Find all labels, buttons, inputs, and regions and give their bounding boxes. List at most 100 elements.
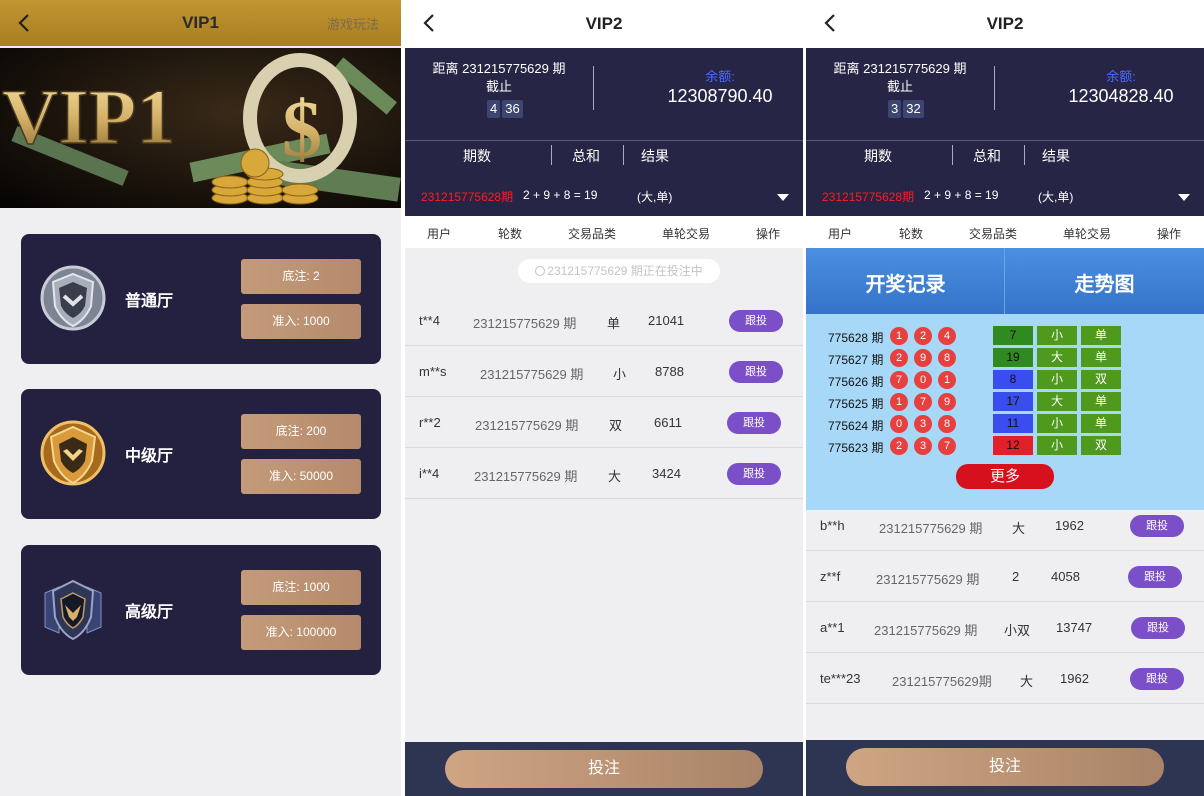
result-ball: 1 [890, 393, 908, 411]
col-header-period: 期数 [463, 148, 491, 164]
expand-triangle-icon[interactable] [1178, 194, 1190, 201]
row-type: 双 [609, 418, 623, 433]
th-amount: 单轮交易 [662, 227, 711, 241]
divider [593, 66, 594, 110]
bet-button[interactable]: 投注 [846, 748, 1164, 786]
row-amount: 13747 [1056, 620, 1093, 635]
more-button[interactable]: 更多 [956, 464, 1054, 489]
follow-bet-button[interactable]: 跟投 [729, 361, 783, 383]
result-ball: 3 [914, 415, 932, 433]
history-sum: 8 [993, 370, 1033, 389]
result-ball: 3 [914, 437, 932, 455]
hall-card-basic[interactable]: 普通厅 底注: 2 准入: 1000 [21, 234, 381, 364]
col-header-sum: 总和 [973, 148, 1001, 164]
result-ball: 1 [890, 327, 908, 345]
history-parity: 双 [1081, 370, 1121, 389]
countdown-minutes: 3 [888, 100, 902, 118]
last-period: 231215775628期 [421, 190, 514, 204]
table-header: 用户 轮数 交易品类 单轮交易 操作 [806, 216, 1204, 248]
row-amount: 6611 [654, 415, 682, 430]
game-rules-link[interactable]: 游戏玩法 [327, 14, 379, 33]
result-ball: 0 [914, 371, 932, 389]
th-type: 交易品类 [969, 227, 1018, 241]
tab-draw-history[interactable]: 开奖记录 [806, 268, 1005, 297]
follow-bet-button[interactable]: 跟投 [1128, 566, 1182, 588]
follow-bet-button[interactable]: 跟投 [1131, 617, 1185, 639]
row-amount: 21041 [648, 313, 685, 328]
history-period: 775627 期 [828, 353, 884, 367]
result-ball: 7 [890, 371, 908, 389]
row-user: m**s [419, 364, 447, 379]
result-ball: 2 [890, 437, 908, 455]
history-sum: 19 [993, 348, 1033, 367]
col-header-sum: 总和 [572, 148, 600, 164]
deadline-label: 截止 [886, 79, 913, 94]
follow-bet-button[interactable]: 跟投 [727, 412, 781, 434]
th-user: 用户 [427, 227, 452, 241]
banner-art: $ VIP1 [0, 48, 401, 208]
vip-banner-image: $ VIP1 [0, 48, 401, 208]
history-sum: 7 [993, 326, 1033, 345]
col-header-period: 期数 [864, 148, 892, 164]
history-parity: 单 [1081, 326, 1121, 345]
last-result: (大,单) [1038, 190, 1074, 204]
gold-shield-icon [39, 417, 107, 489]
dark-shield-icon [39, 573, 107, 645]
follow-bet-button[interactable]: 跟投 [1130, 668, 1184, 690]
divider [405, 140, 803, 141]
divider [1024, 145, 1025, 165]
expand-triangle-icon[interactable] [777, 194, 789, 201]
bottom-bar: 投注 [806, 740, 1204, 796]
vip2-screen-history: VIP2 距离 231215775629 期 截止 3 32 余额: 12304… [806, 0, 1204, 796]
th-action: 操作 [1157, 227, 1182, 241]
hall-name: 高级厅 [125, 604, 174, 621]
history-row: 775625 期 1 7 9 17 大 单 [806, 392, 1204, 412]
history-size: 大 [1037, 392, 1077, 411]
result-ball: 0 [890, 415, 908, 433]
row-amount: 8788 [655, 364, 684, 379]
page-title: VIP2 [585, 14, 623, 33]
period-countdown-label: 距离 231215775629 期 [833, 61, 967, 76]
history-tabs: 开奖记录 走势图 [806, 248, 1204, 314]
balance-label: 余额: [705, 69, 735, 84]
row-type: 单 [607, 316, 621, 331]
table-row: i**4 231215775629 期 大 3424 跟投 [405, 448, 803, 499]
min-bet-pill: 底注: 200 [241, 414, 361, 449]
period-info: 距离 231215775629 期 截止 [405, 60, 593, 96]
svg-text:$: $ [282, 86, 322, 174]
result-ball: 2 [914, 327, 932, 345]
table-row: t**4 231215775629 期 单 21041 跟投 [405, 295, 803, 346]
hall-card-advanced[interactable]: 高级厅 底注: 1000 准入: 100000 [21, 545, 381, 675]
banner-title: VIP1 [2, 73, 175, 160]
follow-bet-button[interactable]: 跟投 [1130, 515, 1184, 537]
bet-button[interactable]: 投注 [445, 750, 763, 788]
history-row: 775628 期 1 2 4 7 小 单 [806, 326, 1204, 346]
follow-bet-button[interactable]: 跟投 [727, 463, 781, 485]
min-bet-pill: 底注: 2 [241, 259, 361, 294]
clock-icon [535, 266, 546, 276]
entry-pill: 准入: 50000 [241, 459, 361, 494]
row-user: b**h [820, 518, 845, 533]
row-type: 大 [1020, 674, 1034, 689]
countdown-timer: 3 32 [888, 100, 924, 118]
history-sum: 11 [993, 414, 1033, 433]
row-amount: 4058 [1051, 569, 1080, 584]
follow-bet-button[interactable]: 跟投 [729, 310, 783, 332]
vip2-screen-betting: VIP2 距离 231215775629 期 截止 4 36 余额: 12308… [405, 0, 803, 796]
row-round: 231215775629期 [892, 674, 992, 689]
result-ball: 4 [938, 327, 956, 345]
entry-pill: 准入: 100000 [241, 615, 361, 650]
history-row: 775626 期 7 0 1 8 小 双 [806, 370, 1204, 390]
row-round: 231215775629 期 [876, 572, 980, 587]
divider [806, 140, 1204, 141]
row-amount: 1962 [1055, 518, 1084, 533]
th-amount: 单轮交易 [1063, 227, 1112, 241]
result-ball: 9 [938, 393, 956, 411]
row-type: 2 [1012, 569, 1020, 584]
row-type: 小 [613, 367, 627, 382]
hall-card-intermediate[interactable]: 中级厅 底注: 200 准入: 50000 [21, 389, 381, 519]
tab-trend-chart[interactable]: 走势图 [1005, 268, 1204, 297]
vip1-screen: VIP1 游戏玩法 $ VIP1 普通厅 底注: 2 准入: 1000 中级厅 … [0, 0, 401, 796]
table-row: a**1 231215775629 期 小双 13747 跟投 [806, 602, 1204, 653]
divider [623, 145, 624, 165]
